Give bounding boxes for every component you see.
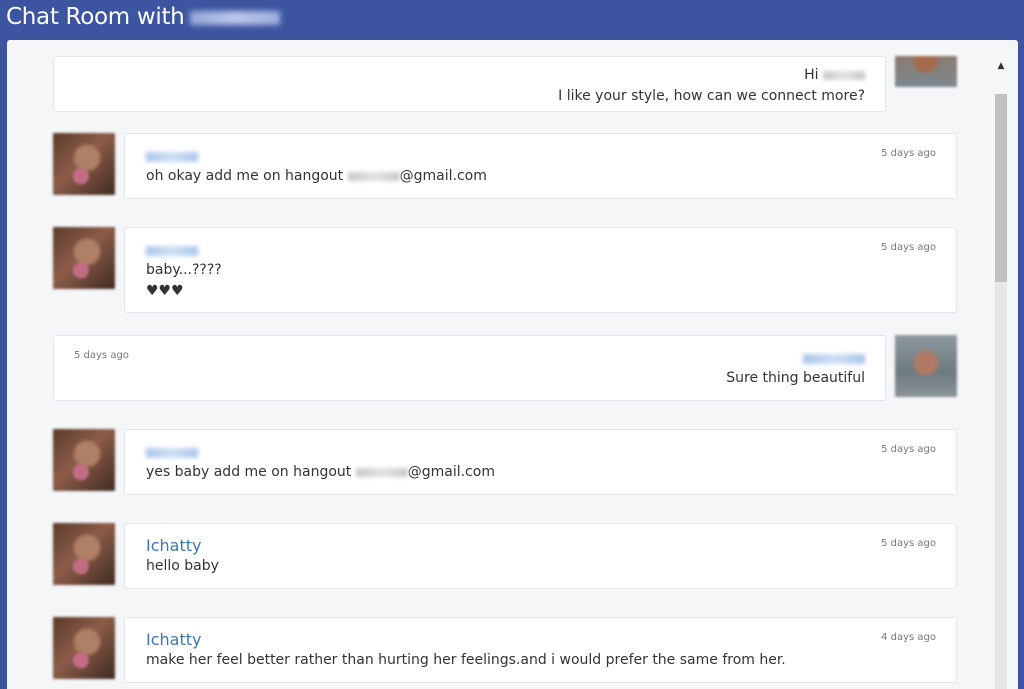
my-avatar[interactable] xyxy=(895,335,957,397)
vertical-scrollbar[interactable]: ▲ xyxy=(994,56,1008,689)
message-line: @gmail.com xyxy=(407,464,495,480)
contact-avatar[interactable] xyxy=(53,429,115,491)
message-timestamp: 5 days ago xyxy=(74,350,129,361)
sender-name[interactable]: Ichatty xyxy=(146,536,936,556)
message-line: yes baby add me on hangout xyxy=(146,464,352,480)
redacted-sender-name xyxy=(803,353,865,364)
scroll-up-arrow-icon[interactable]: ▲ xyxy=(994,56,1008,76)
message-bubble: 5 days ago yes baby add me on hangout @g… xyxy=(124,429,957,495)
message-timestamp: 5 days ago xyxy=(881,242,936,253)
message-row: 5 days ago oh okay add me on hangout @gm… xyxy=(53,133,957,199)
scroll-track[interactable] xyxy=(995,94,1007,689)
message-bubble: Hi I like your style, how can we connect… xyxy=(53,56,886,112)
sender-name[interactable] xyxy=(74,348,865,368)
message-bubble: 5 days ago baby...???? ♥♥♥ xyxy=(124,227,957,313)
message-text: baby...???? xyxy=(146,262,222,278)
contact-avatar[interactable] xyxy=(53,523,115,585)
contact-avatar[interactable] xyxy=(53,133,115,195)
redacted-name xyxy=(823,70,865,80)
message-bubble: Ichatty 4 days ago make her feel better … xyxy=(124,617,957,683)
message-row: Ichatty 5 days ago hello baby xyxy=(53,523,957,589)
message-row: 5 days ago baby...???? ♥♥♥ xyxy=(53,227,957,313)
contact-avatar[interactable] xyxy=(53,617,115,679)
message-timestamp: 4 days ago xyxy=(881,632,936,643)
redacted-sender-name xyxy=(146,245,198,256)
redacted-contact-name xyxy=(190,10,281,25)
redacted-sender-name xyxy=(146,151,198,162)
sender-name[interactable]: Ichatty xyxy=(146,630,936,650)
message-row: 5 days ago yes baby add me on hangout @g… xyxy=(53,429,957,495)
message-line: @gmail.com xyxy=(399,168,487,184)
message-row: Ichatty 4 days ago make her feel better … xyxy=(53,617,957,683)
chat-messages-panel[interactable]: Hi I like your style, how can we connect… xyxy=(7,40,1018,689)
message-timestamp: 5 days ago xyxy=(881,148,936,159)
redacted-email xyxy=(347,171,400,181)
message-text: make her feel better rather than hurting… xyxy=(146,652,786,668)
chat-room-title: Chat Room with xyxy=(6,4,185,30)
message-row: 5 days ago Sure thing beautiful xyxy=(53,335,957,401)
message-text: Sure thing beautiful xyxy=(726,370,865,386)
message-timestamp: 5 days ago xyxy=(881,538,936,549)
message-text: ♥♥♥ xyxy=(146,283,184,299)
message-bubble: 5 days ago Sure thing beautiful xyxy=(53,335,886,401)
sender-name[interactable] xyxy=(146,146,936,166)
message-bubble: Ichatty 5 days ago hello baby xyxy=(124,523,957,589)
message-text: Hi xyxy=(74,65,865,86)
message-bubble: 5 days ago oh okay add me on hangout @gm… xyxy=(124,133,957,199)
contact-avatar[interactable] xyxy=(53,227,115,289)
message-text: yes baby add me on hangout @gmail.com xyxy=(146,462,936,483)
redacted-email xyxy=(355,467,408,477)
message-text: oh okay add me on hangout @gmail.com xyxy=(146,166,936,187)
my-avatar[interactable] xyxy=(895,56,957,87)
scroll-thumb[interactable] xyxy=(995,94,1007,282)
redacted-sender-name xyxy=(146,447,198,458)
message-timestamp: 5 days ago xyxy=(881,444,936,455)
message-text: hello baby xyxy=(146,558,219,574)
message-row: Hi I like your style, how can we connect… xyxy=(53,56,957,112)
message-line: Hi xyxy=(804,67,819,83)
chat-room-title-bar: Chat Room with xyxy=(0,0,1024,38)
message-text: I like your style, how can we connect mo… xyxy=(558,88,865,104)
sender-name[interactable] xyxy=(146,442,936,462)
sender-name[interactable] xyxy=(146,240,936,260)
message-line: oh okay add me on hangout xyxy=(146,168,344,184)
